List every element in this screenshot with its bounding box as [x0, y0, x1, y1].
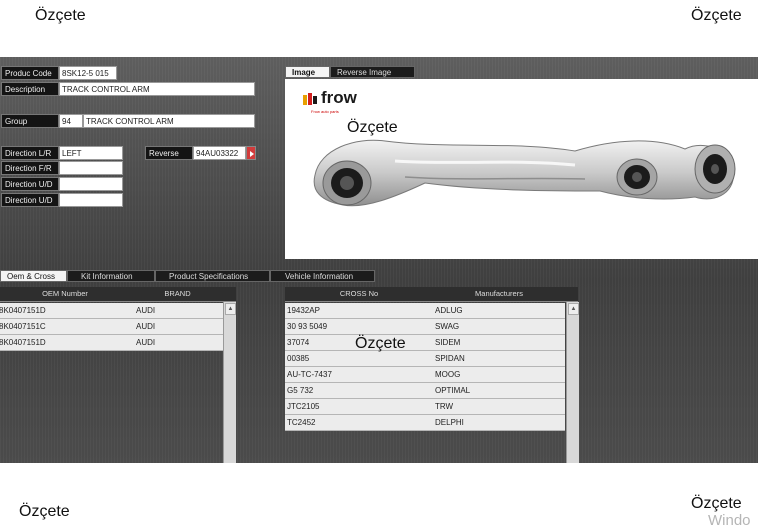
oem-number-column-header[interactable]: OEM Number: [0, 287, 130, 301]
tab-product-specifications[interactable]: Product Specifications: [155, 270, 270, 282]
direction-ud-field-2[interactable]: [59, 193, 123, 207]
reverse-label: Reverse: [145, 146, 193, 160]
description-label: Description: [1, 82, 59, 96]
track-control-arm-image: [313, 139, 736, 207]
cross-table: CROSS No Manufacturers 19432AP ADLUG 30 …: [285, 287, 579, 463]
brand-cell: AUDI: [136, 322, 156, 331]
table-row[interactable]: AU-TC-7437 MOOG: [285, 367, 565, 383]
cross-number-cell: JTC2105: [287, 402, 320, 411]
manufacturer-cell: SWAG: [435, 322, 460, 331]
tab-oem-cross[interactable]: Oem & Cross: [0, 270, 67, 282]
overlay-label-table: Özçete: [355, 335, 406, 352]
table-row[interactable]: 8K0407151C AUDI: [0, 319, 223, 335]
tab-vehicle-information[interactable]: Vehicle Information: [270, 270, 375, 282]
cross-number-cell: G5 732: [287, 386, 314, 395]
product-detail-window: Produc Code 8SK12-5 015 Description TRAC…: [0, 57, 758, 463]
brand-cell: AUDI: [136, 338, 156, 347]
arrow-right-icon: [250, 151, 254, 157]
cross-number-cell: TC2452: [287, 418, 316, 427]
brand-cell: AUDI: [136, 306, 156, 315]
direction-ud-label-2: Direction U/D: [1, 193, 59, 207]
direction-lr-field[interactable]: LEFT: [59, 146, 123, 160]
product-code-label: Produc Code: [1, 66, 59, 80]
cross-table-header: CROSS No Manufacturers: [285, 287, 578, 302]
oem-number-cell: 8K0407151C: [0, 322, 46, 331]
manufacturer-cell: SPIDAN: [435, 354, 465, 363]
direction-ud-label: Direction U/D: [1, 177, 59, 191]
manufacturer-cell: DELPHI: [435, 418, 464, 427]
table-row[interactable]: TC2452 DELPHI: [285, 415, 565, 431]
group-label: Group: [1, 114, 59, 128]
tab-reverse-image[interactable]: Reverse Image: [330, 66, 415, 78]
table-row[interactable]: JTC2105 TRW: [285, 399, 565, 415]
group-name-field[interactable]: TRACK CONTROL ARM: [83, 114, 255, 128]
table-row[interactable]: G5 732 OPTIMAL: [285, 383, 565, 399]
direction-fr-field[interactable]: [59, 161, 123, 175]
cross-table-scrollbar[interactable]: ▲: [566, 302, 579, 463]
reverse-go-button[interactable]: [246, 146, 256, 160]
brand-column-header[interactable]: BRAND: [130, 287, 225, 301]
direction-lr-label: Direction L/R: [1, 146, 59, 160]
cross-number-cell: 00385: [287, 354, 310, 363]
cross-number-cell: 19432AP: [287, 306, 320, 315]
oem-table-scrollbar[interactable]: ▲: [223, 302, 236, 463]
tab-kit-information[interactable]: Kit Information: [67, 270, 155, 282]
oem-number-cell: 8K0407151D: [0, 306, 46, 315]
table-row[interactable]: 8K0407151D AUDI: [0, 303, 223, 319]
manufacturer-cell: TRW: [435, 402, 454, 411]
cross-number-cell: AU-TC-7437: [287, 370, 332, 379]
scroll-up-icon[interactable]: ▲: [225, 303, 236, 315]
table-row[interactable]: 37074 SIDEM: [285, 335, 565, 351]
table-row[interactable]: 8K0407151D AUDI: [0, 335, 223, 351]
overlay-label-bottom-right: Özçete: [691, 495, 742, 512]
windows-activation-watermark: Windo: [708, 512, 751, 529]
oem-number-cell: 8K0407151D: [0, 338, 46, 347]
overlay-label-top-left: Özçete: [35, 7, 86, 24]
tab-image[interactable]: Image: [285, 66, 330, 78]
cross-number-column-header[interactable]: CROSS No: [285, 287, 433, 301]
reverse-field[interactable]: 94AU03322: [193, 146, 246, 160]
description-field[interactable]: TRACK CONTROL ARM: [59, 82, 255, 96]
manufacturer-cell: SIDEM: [435, 338, 461, 347]
manufacturers-column-header[interactable]: Manufacturers: [433, 287, 565, 301]
product-code-field[interactable]: 8SK12-5 015: [59, 66, 117, 80]
product-image-panel: frow Frow auto parts: [285, 79, 758, 259]
cross-number-cell: 30 93 5049: [287, 322, 328, 331]
overlay-label-image: Özçete: [347, 119, 398, 136]
table-row[interactable]: 30 93 5049 SWAG: [285, 319, 565, 335]
table-row[interactable]: 19432AP ADLUG: [285, 303, 565, 319]
oem-table: OEM Number BRAND 8K0407151D AUDI 8K04071…: [0, 287, 236, 463]
oem-table-header: OEM Number BRAND: [0, 287, 236, 302]
overlay-label-top-right: Özçete: [691, 7, 742, 24]
direction-ud-field[interactable]: [59, 177, 123, 191]
direction-fr-label: Direction F/R: [1, 161, 59, 175]
scroll-up-icon[interactable]: ▲: [568, 303, 579, 315]
manufacturer-cell: OPTIMAL: [435, 386, 471, 395]
table-row[interactable]: 00385 SPIDAN: [285, 351, 565, 367]
manufacturer-cell: ADLUG: [435, 306, 463, 315]
overlay-label-bottom-left: Özçete: [19, 503, 70, 520]
manufacturer-cell: MOOG: [435, 370, 461, 379]
group-code-field[interactable]: 94: [59, 114, 83, 128]
